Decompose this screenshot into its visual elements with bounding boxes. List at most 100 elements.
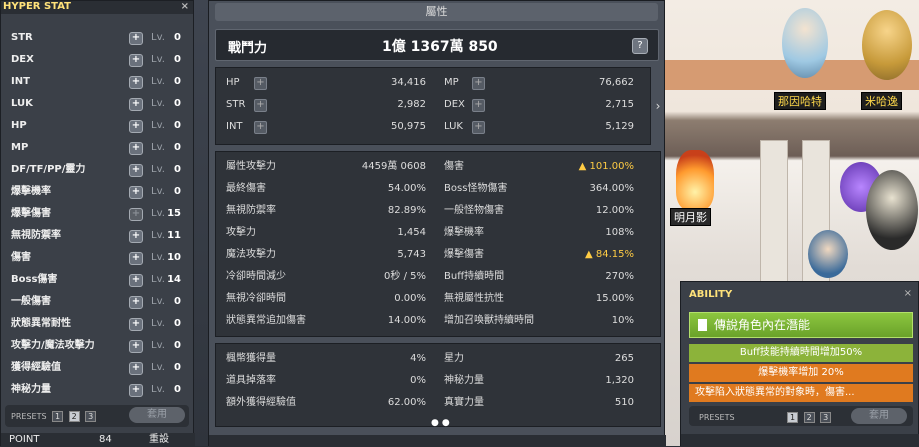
stat-titlebar[interactable]: 屬性 bbox=[215, 3, 658, 21]
plus-icon[interactable]: + bbox=[472, 77, 485, 90]
plus-icon[interactable]: + bbox=[129, 296, 143, 309]
hyper-stat-row: INT + Lv. 0 bbox=[1, 71, 193, 93]
npc-name-tag: 明月影 bbox=[670, 208, 711, 226]
stat-label: 一般怪物傷害 bbox=[444, 205, 504, 216]
preset-3-button[interactable]: 3 bbox=[85, 411, 97, 422]
stat-cell: 一般怪物傷害 12.00% bbox=[444, 202, 644, 220]
plus-icon[interactable]: + bbox=[129, 318, 143, 331]
stat-cell: INT +50,975 bbox=[226, 118, 426, 136]
hyper-stat-level: 0 bbox=[174, 54, 181, 65]
stat-value: 4% bbox=[410, 353, 426, 364]
plus-icon[interactable]: + bbox=[129, 164, 143, 177]
hyper-stat-row: Boss傷害 + Lv. 14 bbox=[1, 269, 193, 291]
hyper-stat-row: LUK + Lv. 0 bbox=[1, 93, 193, 115]
player-character[interactable] bbox=[808, 230, 848, 278]
preset-2-button[interactable]: 2 bbox=[803, 412, 815, 423]
ability-apply-button[interactable]: 套用 bbox=[851, 408, 907, 424]
hyper-stat-row: DF/TF/PP/靈力 + Lv. 0 bbox=[1, 159, 193, 181]
basic-stats-box: HP +34,416 MP +76,662 STR +2,982 DEX +2,715 INT +… bbox=[215, 67, 651, 145]
stat-value: 50,975 bbox=[391, 121, 426, 132]
hyper-stat-label: 攻擊力/魔法攻擊力 bbox=[11, 340, 95, 351]
hyper-stat-level: 10 bbox=[167, 252, 181, 263]
point-label: POINT bbox=[9, 434, 40, 445]
stat-cell: 屬性攻擊力 4459萬 0608 bbox=[226, 158, 426, 176]
hyper-stat-titlebar[interactable]: HYPER STAT × bbox=[1, 1, 193, 14]
stat-label: 魔法攻擊力 bbox=[226, 249, 276, 260]
stat-cell: 爆擊傷害 ▲ 84.15% bbox=[444, 246, 644, 264]
stat-cell: 最終傷害 54.00% bbox=[226, 180, 426, 198]
hyper-stat-level: 15 bbox=[167, 208, 181, 219]
stat-cell: 狀態異常追加傷害 14.00% bbox=[226, 312, 426, 330]
stat-value: 34,416 bbox=[391, 77, 426, 88]
plus-icon[interactable]: + bbox=[129, 340, 143, 353]
ability-title[interactable]: ABILITY bbox=[681, 282, 918, 306]
hyper-stat-level: 0 bbox=[174, 32, 181, 43]
plus-icon[interactable]: + bbox=[129, 54, 143, 67]
chevron-right-icon[interactable]: › bbox=[653, 67, 663, 145]
close-icon[interactable]: × bbox=[181, 1, 193, 14]
hyper-stat-level: 11 bbox=[167, 230, 181, 241]
stat-value: ▲ 101.00% bbox=[578, 161, 634, 172]
stat-label: 額外獲得經驗值 bbox=[226, 397, 296, 408]
close-icon[interactable]: × bbox=[904, 288, 912, 299]
level-prefix: Lv. bbox=[151, 208, 165, 219]
stat-footer bbox=[209, 435, 666, 447]
level-prefix: Lv. bbox=[151, 274, 165, 285]
plus-icon[interactable]: + bbox=[254, 99, 267, 112]
stat-label: 道具掉落率 bbox=[226, 375, 276, 386]
stat-label: 爆擊機率 bbox=[444, 227, 484, 238]
plus-icon[interactable]: + bbox=[129, 252, 143, 265]
stat-value: 62.00% bbox=[387, 397, 426, 408]
stat-cell: 冷卻時間減少 0秒 / 5% bbox=[226, 268, 426, 286]
stat-value: 0.00% bbox=[394, 293, 426, 304]
plus-icon[interactable]: + bbox=[129, 76, 143, 89]
page-indicator[interactable]: ●● bbox=[431, 418, 453, 428]
point-value: 84 bbox=[99, 434, 112, 445]
combat-power-box: 戰鬥力 1億 1367萬 850 ? bbox=[215, 29, 659, 61]
preset-2-button[interactable]: 2 bbox=[68, 411, 80, 422]
plus-icon[interactable]: + bbox=[129, 230, 143, 243]
hyper-stat-label: DF/TF/PP/靈力 bbox=[11, 164, 86, 175]
hyper-stat-label: 一般傷害 bbox=[11, 296, 51, 307]
stat-label: 楓幣獲得量 bbox=[226, 353, 276, 364]
npc-character[interactable] bbox=[862, 10, 912, 80]
plus-icon[interactable]: + bbox=[129, 384, 143, 397]
hyper-stat-row: 獲得經驗值 + Lv. 0 bbox=[1, 357, 193, 379]
plus-icon[interactable]: + bbox=[472, 121, 485, 134]
npc-character[interactable] bbox=[866, 170, 918, 250]
plus-icon[interactable]: + bbox=[129, 120, 143, 133]
plus-icon[interactable]: + bbox=[254, 77, 267, 90]
preset-3-button[interactable]: 3 bbox=[820, 412, 832, 423]
scene-pillar bbox=[760, 140, 788, 300]
hyper-stat-level: 0 bbox=[174, 318, 181, 329]
plus-icon[interactable]: + bbox=[129, 274, 143, 287]
hyper-apply-button[interactable]: 套用 bbox=[129, 407, 185, 423]
hyper-stat-level: 0 bbox=[174, 296, 181, 307]
stat-value: 0% bbox=[410, 375, 426, 386]
preset-1-button[interactable]: 1 bbox=[52, 411, 64, 422]
plus-icon[interactable]: + bbox=[472, 99, 485, 112]
level-prefix: Lv. bbox=[151, 340, 165, 351]
npc-character[interactable] bbox=[782, 8, 828, 78]
plus-icon[interactable]: + bbox=[129, 142, 143, 155]
stat-value: 15.00% bbox=[595, 293, 634, 304]
reset-button[interactable]: 重設 bbox=[149, 433, 169, 447]
stat-label: 無視屬性抗性 bbox=[444, 293, 504, 304]
plus-icon[interactable]: + bbox=[129, 32, 143, 45]
plus-icon[interactable]: + bbox=[129, 208, 143, 221]
help-icon[interactable]: ? bbox=[632, 38, 648, 54]
misc-stats-box: 楓幣獲得量 4% 星力 265 道具掉落率 0% 神秘力量 1,320 額外獲得經驗值 62.00… bbox=[215, 343, 661, 427]
level-prefix: Lv. bbox=[151, 186, 165, 197]
preset-1-button[interactable]: 1 bbox=[787, 412, 799, 423]
hyper-stat-row: 一般傷害 + Lv. 0 bbox=[1, 291, 193, 313]
plus-icon[interactable]: + bbox=[129, 98, 143, 111]
stat-cell: 魔法攻擊力 5,743 bbox=[226, 246, 426, 264]
plus-icon[interactable]: + bbox=[129, 362, 143, 375]
plus-icon[interactable]: + bbox=[129, 186, 143, 199]
stat-cell: 無視冷卻時間 0.00% bbox=[226, 290, 426, 308]
hyper-stat-label: 狀態異常耐性 bbox=[11, 318, 71, 329]
stat-value: 270% bbox=[605, 271, 634, 282]
plus-icon[interactable]: + bbox=[254, 121, 267, 134]
hyper-stat-label: 傷害 bbox=[11, 252, 31, 263]
hyper-stat-label: INT bbox=[11, 76, 30, 87]
